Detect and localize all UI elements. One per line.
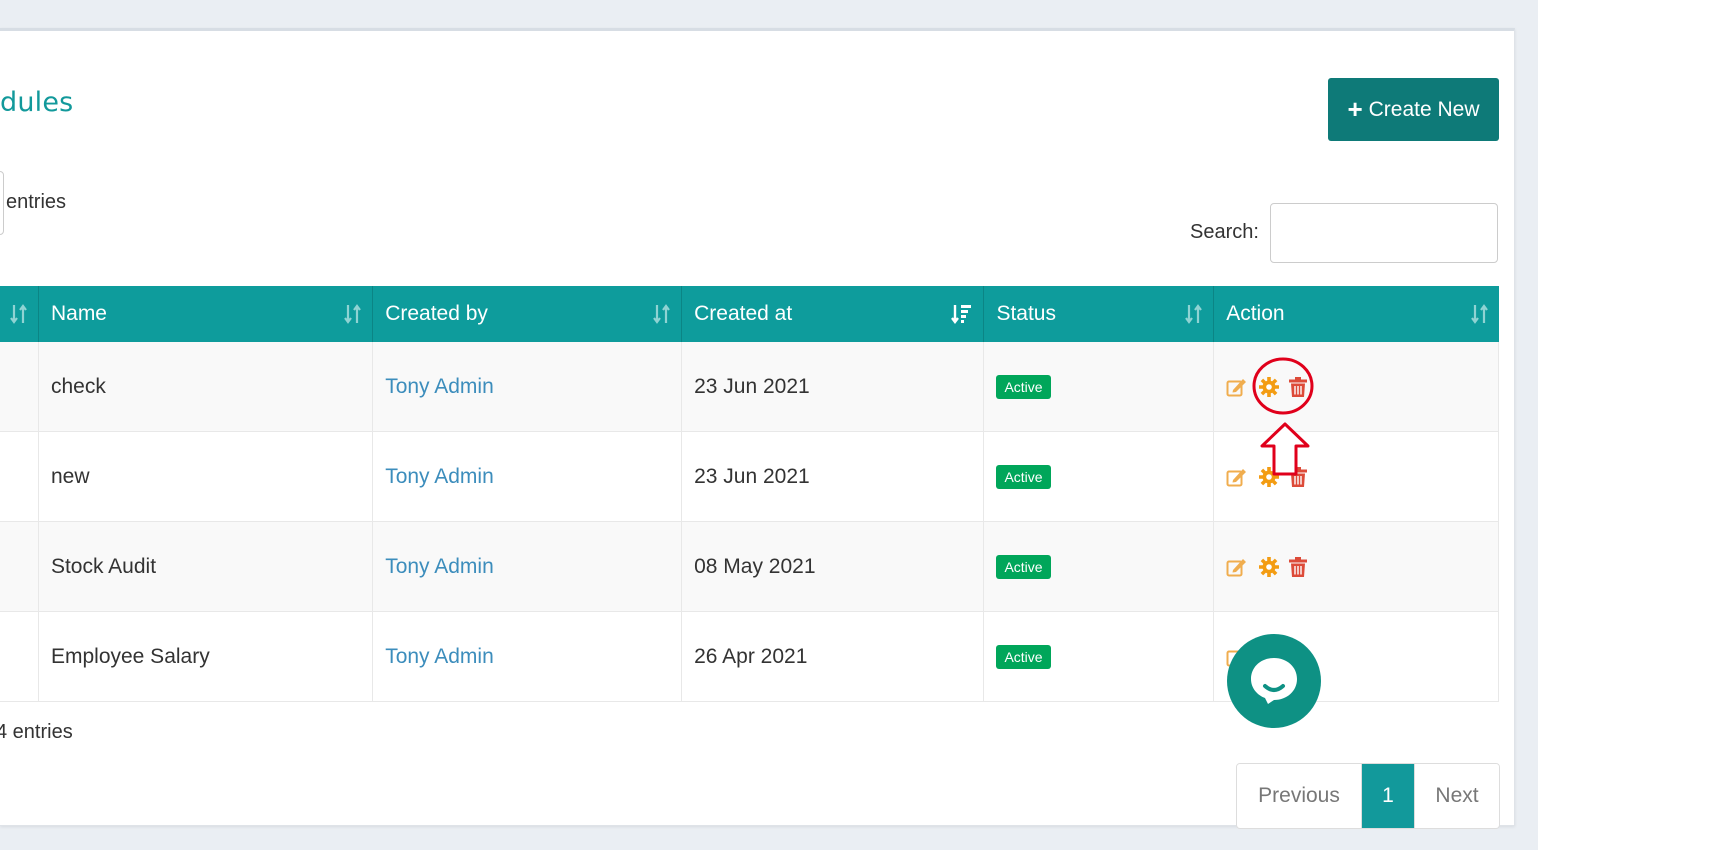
table-row: check Tony Admin 23 Jun 2021 Active bbox=[0, 342, 1499, 432]
status-badge: Active bbox=[996, 375, 1051, 399]
sort-icon[interactable] bbox=[1470, 303, 1489, 325]
column-header-created-at[interactable]: Created at bbox=[681, 286, 985, 342]
column-header-name[interactable]: Name bbox=[38, 286, 374, 342]
row-index-cell bbox=[0, 521, 39, 612]
created-at-cell: 23 Jun 2021 bbox=[681, 431, 985, 522]
trash-icon[interactable] bbox=[1288, 556, 1308, 578]
sort-icon[interactable] bbox=[10, 303, 28, 325]
column-header-label: Action bbox=[1226, 302, 1285, 325]
pagination-page-1[interactable]: 1 bbox=[1362, 764, 1414, 828]
trash-icon[interactable] bbox=[1288, 376, 1308, 398]
created-by-link[interactable]: Tony Admin bbox=[385, 645, 494, 668]
edit-icon[interactable] bbox=[1226, 466, 1250, 488]
plus-icon: + bbox=[1347, 93, 1363, 124]
trash-icon[interactable] bbox=[1288, 466, 1308, 488]
status-badge: Active bbox=[996, 645, 1051, 669]
row-index-cell bbox=[0, 431, 39, 522]
status-badge: Active bbox=[996, 555, 1051, 579]
edit-icon[interactable] bbox=[1226, 376, 1250, 398]
create-new-label: Create New bbox=[1368, 97, 1480, 121]
status-badge: Active bbox=[996, 465, 1051, 489]
search-input[interactable] bbox=[1270, 203, 1498, 263]
gear-icon[interactable] bbox=[1258, 556, 1280, 578]
create-new-button[interactable]: + Create New bbox=[1328, 78, 1499, 141]
column-header-label: Created at bbox=[694, 302, 793, 325]
table-header-row: Name Created by Created at Status Action bbox=[0, 286, 1499, 342]
sort-icon[interactable] bbox=[344, 303, 362, 325]
gear-icon[interactable] bbox=[1258, 376, 1280, 398]
row-actions bbox=[1226, 376, 1486, 398]
name-cell: new bbox=[38, 431, 374, 522]
content-card: dules + Create New entries Search: Name … bbox=[0, 28, 1515, 829]
table-info: 4 entries bbox=[0, 721, 73, 743]
sort-icon[interactable] bbox=[1185, 303, 1203, 325]
sort-desc-icon[interactable] bbox=[951, 303, 973, 325]
created-by-link[interactable]: Tony Admin bbox=[385, 375, 494, 398]
gear-icon[interactable] bbox=[1258, 466, 1280, 488]
created-at-cell: 23 Jun 2021 bbox=[681, 342, 985, 432]
column-header-label: Created by bbox=[385, 302, 488, 325]
created-at-cell: 26 Apr 2021 bbox=[681, 611, 985, 702]
pagination-previous[interactable]: Previous bbox=[1237, 764, 1362, 828]
column-header-action[interactable]: Action bbox=[1213, 286, 1499, 342]
table-row: Stock Audit Tony Admin 08 May 2021 Activ… bbox=[0, 521, 1499, 612]
row-actions bbox=[1226, 556, 1486, 578]
row-index-cell bbox=[0, 611, 39, 702]
sort-icon[interactable] bbox=[653, 303, 671, 325]
search-label: Search: bbox=[1190, 221, 1259, 243]
name-cell: Stock Audit bbox=[38, 521, 374, 612]
name-cell: Employee Salary bbox=[38, 611, 374, 702]
entries-length-select[interactable] bbox=[0, 171, 4, 235]
entries-length-label: entries bbox=[6, 191, 67, 213]
pagination-next[interactable]: Next bbox=[1414, 764, 1499, 828]
column-header-status[interactable]: Status bbox=[983, 286, 1215, 342]
created-by-link[interactable]: Tony Admin bbox=[385, 555, 494, 578]
column-header-label: Status bbox=[996, 302, 1056, 325]
page-title: dules bbox=[0, 87, 74, 118]
created-at-cell: 08 May 2021 bbox=[681, 521, 985, 612]
created-by-link[interactable]: Tony Admin bbox=[385, 465, 494, 488]
pagination: Previous 1 Next bbox=[1236, 763, 1500, 829]
column-header-index[interactable] bbox=[0, 286, 39, 342]
column-header-label: Name bbox=[50, 302, 107, 325]
row-actions bbox=[1226, 466, 1486, 488]
chat-icon bbox=[1251, 658, 1297, 704]
name-cell: check bbox=[38, 342, 374, 432]
edit-icon[interactable] bbox=[1226, 556, 1250, 578]
row-index-cell bbox=[0, 342, 39, 432]
chat-widget-button[interactable] bbox=[1227, 634, 1321, 728]
column-header-created-by[interactable]: Created by bbox=[372, 286, 683, 342]
table-row: new Tony Admin 23 Jun 2021 Active bbox=[0, 431, 1499, 522]
